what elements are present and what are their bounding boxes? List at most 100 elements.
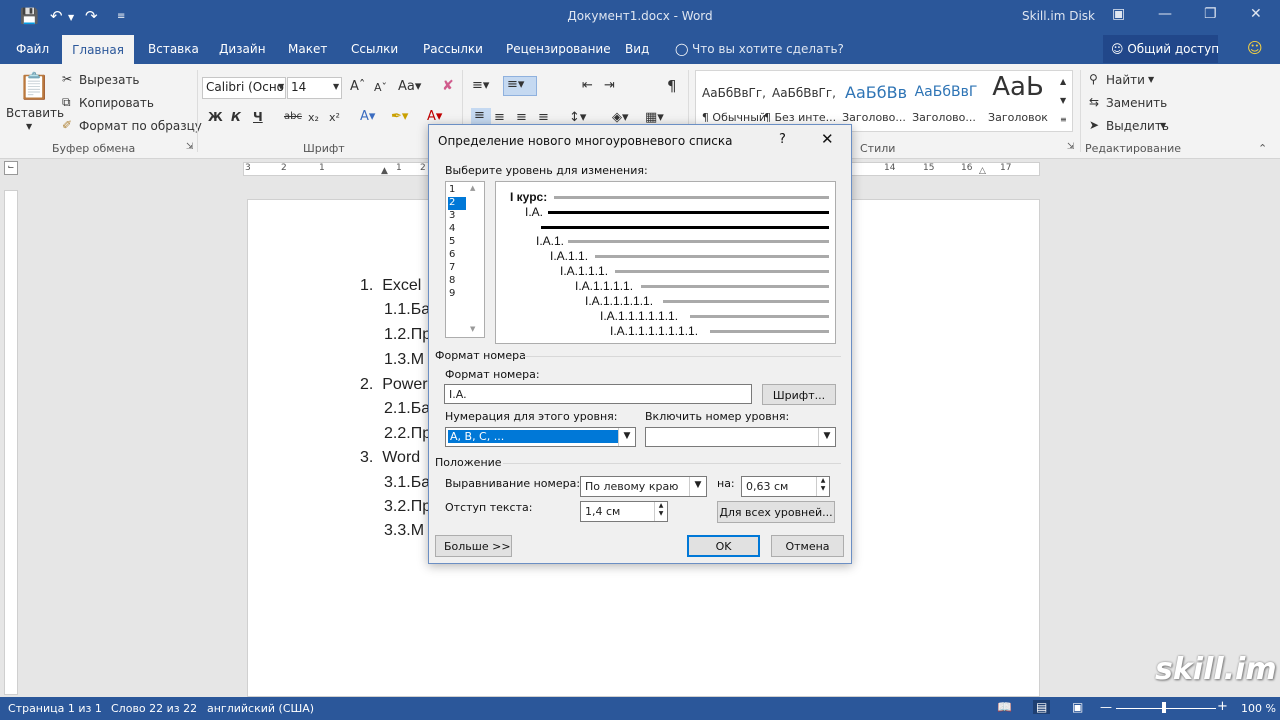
tab-selector-icon[interactable]: ⌙ xyxy=(4,161,18,175)
vertical-ruler[interactable] xyxy=(4,190,18,695)
list-item[interactable]: 1.2.Пр xyxy=(384,326,431,344)
minimize-icon[interactable]: — xyxy=(1158,6,1172,22)
list-item[interactable]: 4 xyxy=(448,223,466,236)
more-button[interactable]: Больше >> xyxy=(435,535,512,557)
list-item[interactable]: 8 xyxy=(448,275,466,288)
borders-icon[interactable]: ▦▾ xyxy=(645,110,664,125)
underline-icon[interactable]: Ч xyxy=(253,110,263,124)
tab-file[interactable]: Файл xyxy=(16,42,49,56)
spinner-arrows-icon[interactable]: ▲ ▼ xyxy=(654,502,667,521)
tab-view[interactable]: Вид xyxy=(625,42,649,56)
paste-button[interactable]: Вставить xyxy=(6,106,64,120)
cancel-button[interactable]: Отмена xyxy=(771,535,844,557)
subscript-icon[interactable]: x₂ xyxy=(308,111,319,124)
style-nospacing-name[interactable]: ¶ Без инте... xyxy=(764,111,836,124)
replace-button[interactable]: Заменить xyxy=(1106,96,1167,110)
superscript-icon[interactable]: x² xyxy=(329,111,340,124)
collapse-ribbon-icon[interactable]: ⌃ xyxy=(1258,142,1267,155)
clipboard-launcher-icon[interactable]: ⇲ xyxy=(186,142,194,152)
chevron-down-icon[interactable]: ▼ xyxy=(618,428,635,446)
zoom-slider-thumb[interactable] xyxy=(1162,702,1166,713)
alignment-dropdown[interactable]: По левому краю ▼ xyxy=(580,476,707,497)
chevron-down-icon[interactable]: ▼ xyxy=(689,477,706,496)
include-level-dropdown[interactable]: ▼ xyxy=(645,427,836,447)
pilcrow-icon[interactable]: ¶ xyxy=(667,77,677,95)
list-item[interactable]: 3 xyxy=(448,210,466,223)
select-dropdown-icon[interactable]: ▼ xyxy=(1160,121,1166,130)
account-name[interactable]: Skill.im Disk xyxy=(1022,9,1095,23)
bullets-icon[interactable]: ≡▾ xyxy=(472,78,489,93)
ok-button[interactable]: OK xyxy=(687,535,760,557)
font-button[interactable]: Шрифт... xyxy=(762,384,836,405)
increase-indent-icon[interactable]: ⇥ xyxy=(604,78,615,93)
style-normal-name[interactable]: ¶ Обычный xyxy=(698,111,770,124)
find-dropdown-icon[interactable]: ▼ xyxy=(1148,75,1154,84)
list-item[interactable]: 1. Excel xyxy=(360,277,421,295)
highlight-icon[interactable]: ✒▾ xyxy=(391,109,408,124)
list-item[interactable]: 1 xyxy=(448,184,466,197)
ribbon-display-icon[interactable]: ▣ xyxy=(1112,6,1125,22)
page-count[interactable]: Страница 1 из 1 xyxy=(8,702,102,715)
chevron-down-icon[interactable]: ▼ xyxy=(818,428,835,446)
tab-references[interactable]: Ссылки xyxy=(351,42,398,56)
scroll-down-icon[interactable]: ▼ xyxy=(470,325,475,333)
shading-icon[interactable]: ◈▾ xyxy=(612,110,629,125)
help-button[interactable]: ? xyxy=(779,132,786,147)
at-spinner[interactable]: 0,63 см ▲ ▼ xyxy=(741,476,830,497)
list-item[interactable]: 3. Word xyxy=(360,449,420,467)
find-button[interactable]: Найти xyxy=(1106,73,1145,87)
close-icon[interactable]: ✕ xyxy=(821,130,834,148)
change-case-icon[interactable]: Aa▾ xyxy=(398,79,421,94)
list-item[interactable]: 2.1.Ба xyxy=(384,400,430,418)
line-spacing-icon[interactable]: ↕▾ xyxy=(569,110,586,125)
list-item[interactable]: 3.1.Ба xyxy=(384,474,430,492)
share-button[interactable]: ☺ Общий доступ xyxy=(1103,35,1219,63)
right-indent-marker-icon[interactable]: △ xyxy=(979,166,986,176)
language-indicator[interactable]: английский (США) xyxy=(207,702,314,715)
close-window-icon[interactable]: ✕ xyxy=(1250,6,1262,22)
smiley-icon[interactable]: ☺ xyxy=(1247,39,1263,57)
list-item[interactable]: 9 xyxy=(448,288,466,301)
style-heading2-name[interactable]: Заголово... xyxy=(908,111,980,124)
styles-scroll-icon[interactable]: ▲ ▼ ≡ xyxy=(1060,72,1067,129)
style-heading1-sample[interactable]: АаБбВв xyxy=(840,83,912,102)
list-item[interactable]: 2. Power xyxy=(360,376,428,394)
tab-layout[interactable]: Макет xyxy=(288,42,327,56)
list-item[interactable]: 1.1.Ба xyxy=(384,301,430,319)
word-count[interactable]: Слово 22 из 22 xyxy=(111,702,197,715)
decrease-indent-icon[interactable]: ⇤ xyxy=(582,78,593,93)
read-mode-icon[interactable]: 📖 xyxy=(997,700,1012,714)
list-item[interactable]: 5 xyxy=(448,236,466,249)
font-name-dropdown-icon[interactable]: ▼ xyxy=(278,82,284,91)
bold-icon[interactable]: Ж xyxy=(208,110,223,124)
cut-button[interactable]: Вырезать xyxy=(79,73,140,87)
tab-home[interactable]: Главная xyxy=(62,35,134,64)
zoom-out-icon[interactable]: — xyxy=(1100,700,1112,714)
align-right-icon[interactable]: ≡ xyxy=(516,110,527,125)
format-painter-button[interactable]: Формат по образцу xyxy=(79,119,202,133)
clear-formatting-icon[interactable]: ✘ xyxy=(442,78,454,94)
tab-review[interactable]: Рецензирование xyxy=(506,42,611,56)
style-heading1-name[interactable]: Заголово... xyxy=(838,111,910,124)
list-item[interactable]: 3.3.М xyxy=(384,522,424,540)
styles-launcher-icon[interactable]: ⇲ xyxy=(1067,142,1075,152)
font-size-dropdown-icon[interactable]: ▼ xyxy=(333,82,339,91)
style-heading2-sample[interactable]: АаБбВвГ xyxy=(910,84,982,100)
style-normal-sample[interactable]: АаБбВвГг, xyxy=(698,86,770,100)
paste-icon[interactable]: 📋 xyxy=(18,72,50,102)
copy-button[interactable]: Копировать xyxy=(79,96,154,110)
grow-font-icon[interactable]: Aˆ xyxy=(350,79,365,94)
strikethrough-icon[interactable]: abc xyxy=(284,111,302,122)
tab-design[interactable]: Дизайн xyxy=(219,42,266,56)
number-format-input[interactable]: I.A. xyxy=(444,384,752,404)
text-effects-icon[interactable]: A▾ xyxy=(360,109,375,124)
restore-icon[interactable]: ❐ xyxy=(1204,6,1217,22)
list-item[interactable]: 6 xyxy=(448,249,466,262)
shrink-font-icon[interactable]: Aˇ xyxy=(374,81,387,94)
numbering-style-dropdown[interactable]: A, B, C, ... ▼ xyxy=(445,427,636,447)
justify-icon[interactable]: ≡ xyxy=(538,110,549,125)
style-title-name[interactable]: Заголовок xyxy=(982,111,1054,124)
list-item[interactable]: 3.2.Пр xyxy=(384,498,431,516)
indent-marker-icon[interactable]: ▲ xyxy=(381,166,388,176)
align-center-icon[interactable]: ≡ xyxy=(494,110,505,125)
